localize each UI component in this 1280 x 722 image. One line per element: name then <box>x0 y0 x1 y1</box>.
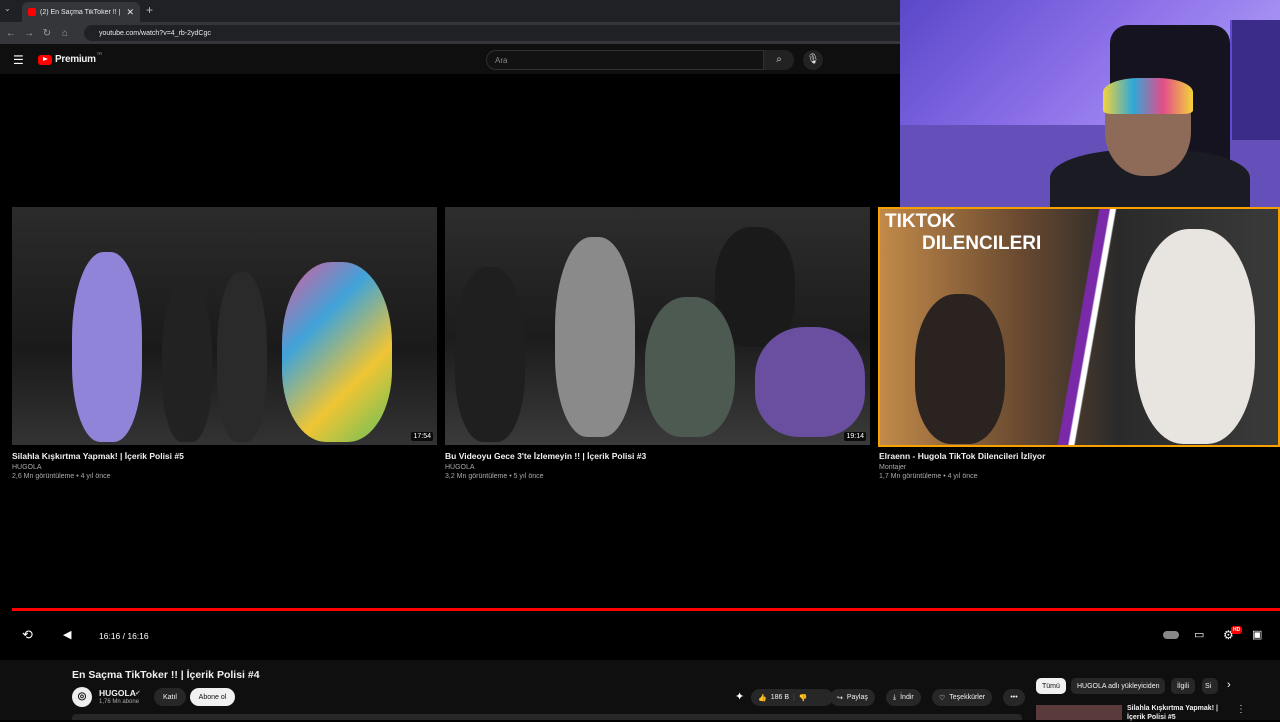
youtube-favicon-icon <box>28 8 36 16</box>
thanks-label: Teşekkürler <box>949 694 986 701</box>
side-video-more-icon[interactable]: ⋮ <box>1236 704 1246 715</box>
video-meta: 2,6 Mn görüntüleme • 4 yıl önce <box>12 473 111 480</box>
join-button[interactable]: Katıl <box>154 688 186 706</box>
download-button[interactable]: ⤓ İndir <box>886 689 921 706</box>
search-icon: ⌕ <box>776 54 782 65</box>
search-button[interactable]: ⌕ <box>764 50 794 70</box>
logo-region: TR <box>96 51 103 56</box>
verified-icon: ✔ <box>135 690 141 697</box>
filter-chip-related[interactable]: İlgili <box>1171 678 1196 694</box>
download-icon: ⤓ <box>893 693 897 701</box>
video-channel[interactable]: Montajer <box>879 464 906 471</box>
filter-chip-uploader[interactable]: HUGOLA adlı yükleyiciden <box>1071 678 1166 694</box>
share-icon: ↪ <box>837 694 843 702</box>
endscreen-video-card[interactable]: TIKTOK DILENCILERI Elraenn - Hugola TikT… <box>878 207 1280 482</box>
filter-chip-more[interactable]: Si <box>1202 678 1218 694</box>
volume-icon[interactable]: ◀ <box>63 628 71 641</box>
progress-bar[interactable] <box>12 608 1280 611</box>
subscribe-button[interactable]: Abone ol <box>190 688 235 706</box>
webcam-person-bandana <box>1103 78 1193 114</box>
thumbnail-text: DILENCILERI <box>922 233 1042 254</box>
channel-avatar[interactable]: ◎ <box>72 687 92 707</box>
replay-icon[interactable]: ⟲ <box>22 627 33 643</box>
channel-name[interactable]: HUGOLA <box>99 688 136 698</box>
download-label: İndir <box>900 694 914 701</box>
voice-search-button[interactable]: 🎙 <box>803 50 823 70</box>
description-box[interactable] <box>72 714 1022 720</box>
thumbnail-text: TIKTOK <box>885 211 956 232</box>
more-actions-button[interactable]: ••• <box>1003 689 1025 706</box>
subtitles-icon[interactable]: ▭ <box>1194 628 1204 641</box>
close-tab-icon[interactable]: ✕ <box>126 7 134 18</box>
search-input[interactable]: Ara <box>486 50 764 70</box>
subscriber-count: 1,76 Mn abone <box>99 699 140 705</box>
url-text: youtube.com/watch?v=4_rb-2ydCgc <box>99 29 211 37</box>
endscreen-video-card[interactable]: 17:54 Silahla Kışkırtma Yapmak! | İçerik… <box>12 207 437 482</box>
back-icon[interactable]: ← <box>2 28 20 39</box>
like-dislike-group: 👍 186 B | 👎 <box>751 689 833 706</box>
thanks-icon: ♡ <box>939 694 946 702</box>
ai-sparkle-icon[interactable]: ✦ <box>735 690 744 703</box>
side-video-thumbnail[interactable] <box>1036 705 1122 720</box>
filter-chip-all[interactable]: Tümü <box>1036 678 1066 694</box>
reload-icon[interactable]: ↻ <box>38 28 56 39</box>
miniplayer-icon[interactable]: ▣ <box>1252 628 1262 641</box>
microphone-icon: 🎙 <box>806 54 820 65</box>
chevron-right-icon[interactable]: › <box>1227 679 1231 691</box>
video-channel[interactable]: HUGOLA <box>12 464 42 471</box>
video-channel[interactable]: HUGOLA <box>445 464 475 471</box>
webcam-overlay <box>900 0 1280 213</box>
url-field[interactable]: youtube.com/watch?v=4_rb-2ydCgc <box>84 25 924 41</box>
logo-text: Premium <box>55 54 96 65</box>
endscreen-video-card[interactable]: 19:14 Bu Videoyu Gece 3'te İzlemeyin !! … <box>445 207 870 482</box>
tab-search-icon[interactable]: ⌄ <box>4 4 11 13</box>
share-label: Paylaş <box>846 694 868 701</box>
video-thumbnail[interactable]: 19:14 <box>445 207 870 445</box>
new-tab-icon[interactable]: + <box>146 3 153 17</box>
thanks-button[interactable]: ♡ Teşekkürler <box>932 689 993 706</box>
video-title[interactable]: Bu Videoyu Gece 3'te İzlemeyin !! | İçer… <box>445 451 646 461</box>
autoplay-toggle[interactable] <box>1163 631 1179 639</box>
video-title-main: En Saçma TikToker !! | İçerik Polisi #4 <box>72 669 260 681</box>
video-title[interactable]: Silahla Kışkırtma Yapmak! | İçerik Polis… <box>12 451 184 461</box>
video-title[interactable]: Elraenn - Hugola TikTok Dilencileri İzli… <box>879 451 1045 461</box>
menu-icon[interactable]: ☰ <box>13 53 24 67</box>
like-count[interactable]: 186 B <box>771 694 789 701</box>
youtube-play-icon <box>38 54 52 65</box>
like-icon[interactable]: 👍 <box>758 694 767 702</box>
video-duration: 19:14 <box>844 432 866 441</box>
video-thumbnail[interactable]: 17:54 <box>12 207 437 445</box>
forward-icon[interactable]: → <box>20 28 38 39</box>
dislike-icon[interactable]: 👎 <box>799 694 808 702</box>
video-thumbnail[interactable]: TIKTOK DILENCILERI <box>878 207 1280 447</box>
browser-tab[interactable]: (2) En Saçma TikToker !! | İçerik ✕ <box>22 2 140 22</box>
video-meta: 1,7 Mn görüntüleme • 4 yıl önce <box>879 473 978 480</box>
home-icon[interactable]: ⌂ <box>56 28 74 39</box>
webcam-shelf <box>1230 20 1280 140</box>
tab-title: (2) En Saçma TikToker !! | İçerik <box>40 8 122 16</box>
video-duration: 17:54 <box>411 432 433 441</box>
hd-badge: HD <box>1231 626 1243 634</box>
share-button[interactable]: ↪ Paylaş <box>830 689 875 706</box>
time-display: 16:16 / 16:16 <box>99 631 149 641</box>
youtube-premium-logo[interactable]: Premium TR <box>38 51 103 65</box>
side-video-title[interactable]: Silahla Kışkırtma Yapmak! | İçerik Polis… <box>1127 704 1222 722</box>
video-meta: 3,2 Mn görüntüleme • 5 yıl önce <box>445 473 544 480</box>
